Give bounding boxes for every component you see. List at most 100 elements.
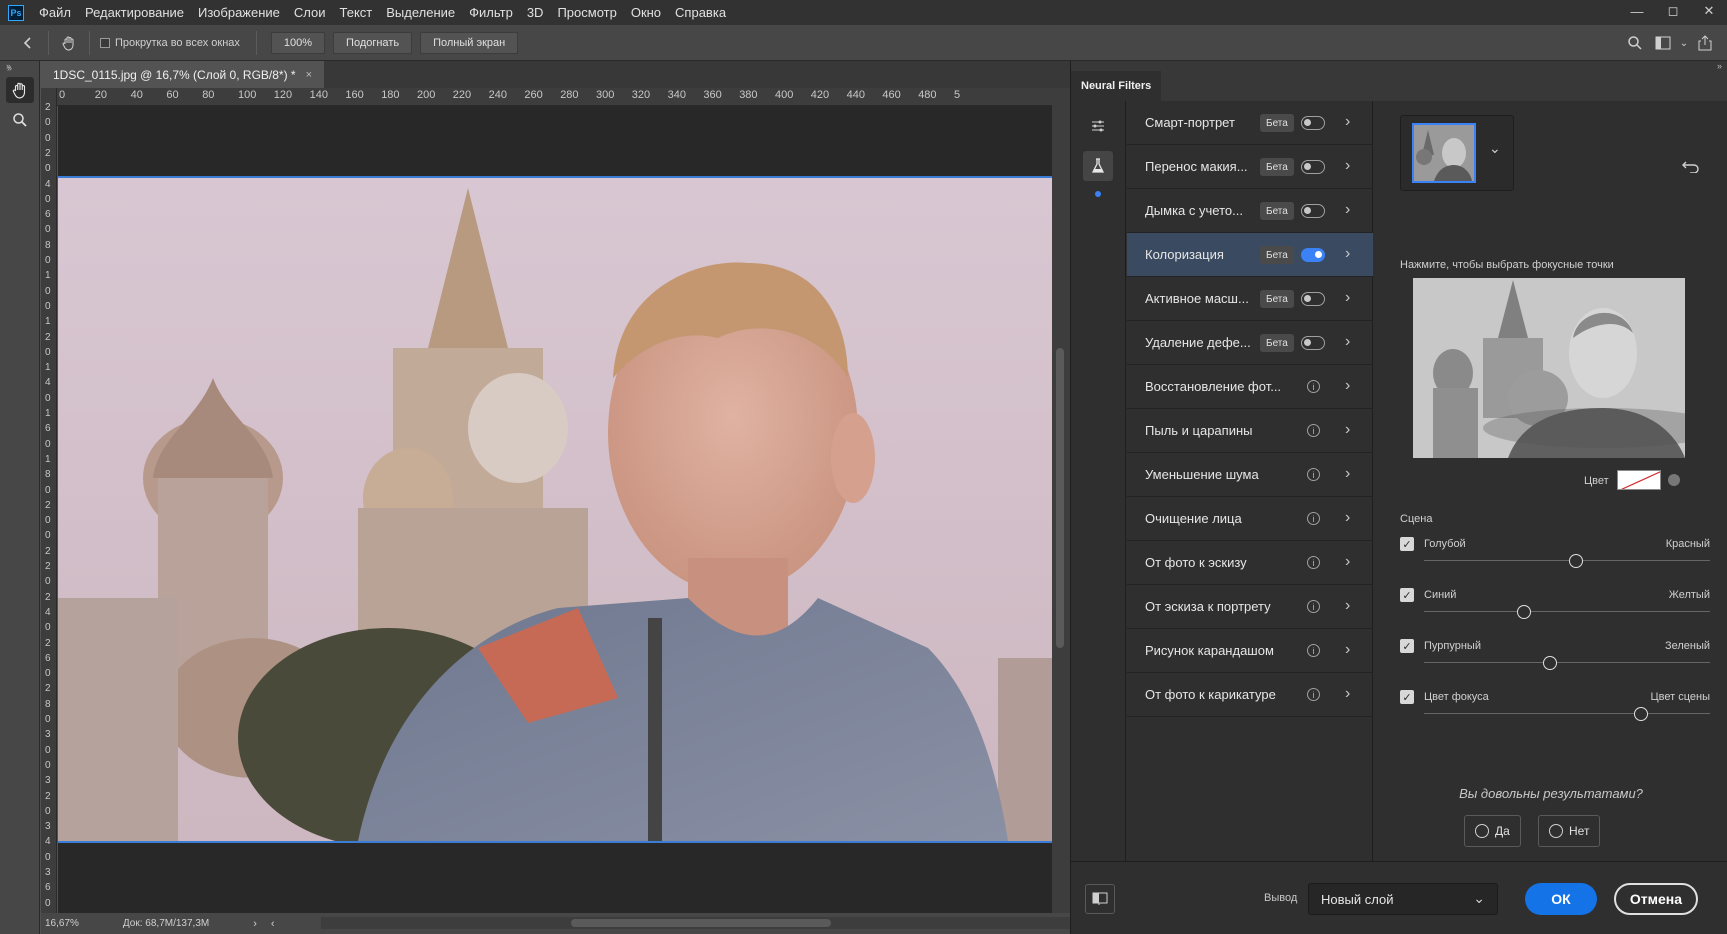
workspace-icon[interactable] [1649, 29, 1677, 57]
collapse-arrows-icon[interactable]: » [1717, 61, 1722, 71]
menu-3d[interactable]: 3D [520, 0, 551, 25]
filter-row[interactable]: Пыль и царапины i › [1127, 409, 1373, 453]
chevron-right-icon[interactable]: › [1345, 157, 1350, 175]
filter-toggle[interactable] [1301, 204, 1325, 218]
document-image[interactable] [58, 176, 1052, 843]
sliders-icon[interactable] [1083, 111, 1113, 141]
ok-button[interactable]: ОК [1525, 883, 1597, 915]
vertical-scrollbar[interactable] [1052, 88, 1070, 913]
filter-row[interactable]: Восстановление фот... i › [1127, 365, 1373, 409]
preview-toggle-icon[interactable] [1085, 884, 1115, 914]
chevron-right-icon[interactable]: › [1345, 421, 1350, 439]
flask-icon[interactable] [1083, 151, 1113, 181]
checkbox-box[interactable] [100, 37, 110, 48]
close-button[interactable]: ✕ [1691, 0, 1727, 22]
slider-track[interactable] [1424, 560, 1710, 561]
info-icon[interactable]: i [1307, 688, 1320, 701]
info-icon[interactable]: i [1307, 380, 1320, 393]
filter-row[interactable]: От фото к карикатуре i › [1127, 673, 1373, 717]
slider-track[interactable] [1424, 662, 1710, 663]
chevron-right-icon[interactable]: › [1345, 641, 1350, 659]
filter-row[interactable]: Активное масш... Бета › [1127, 277, 1373, 321]
cancel-button[interactable]: Отмена [1614, 883, 1698, 915]
filter-row[interactable]: Дымка с учето... Бета › [1127, 189, 1373, 233]
info-icon[interactable]: i [1307, 600, 1320, 613]
info-icon[interactable]: i [1307, 556, 1320, 569]
restore-button[interactable]: ◻ [1655, 0, 1691, 22]
scrollbar-thumb[interactable] [571, 919, 831, 927]
slider-checkbox[interactable]: ✓ [1400, 588, 1414, 602]
chevron-right-icon[interactable]: › [1345, 245, 1350, 263]
chevron-right-icon[interactable]: › [1345, 465, 1350, 483]
filter-toggle[interactable] [1301, 248, 1325, 262]
chevron-right-icon[interactable]: › [1345, 685, 1350, 703]
chevron-down-icon[interactable]: ⌄ [1677, 29, 1691, 57]
slider-thumb[interactable] [1517, 605, 1532, 619]
focus-image-selector[interactable]: ⌄ [1400, 115, 1514, 191]
filter-toggle[interactable] [1301, 292, 1325, 306]
share-icon[interactable] [1691, 29, 1719, 57]
remove-color-icon[interactable] [1668, 474, 1680, 486]
document-tab[interactable]: 1DSC_0115.jpg @ 16,7% (Слой 0, RGB/8*) *… [41, 61, 325, 88]
filter-row[interactable]: Перенос макия... Бета › [1127, 145, 1373, 189]
filter-row[interactable]: От фото к эскизу i › [1127, 541, 1373, 585]
filter-row[interactable]: Очищение лица i › [1127, 497, 1373, 541]
filter-row[interactable]: Смарт-портрет Бета › [1127, 101, 1373, 145]
menu-file[interactable]: Файл [32, 0, 78, 25]
focus-thumbnail[interactable] [1412, 123, 1476, 183]
chevron-right-icon[interactable]: › [1345, 333, 1350, 351]
filter-row[interactable]: Рисунок карандашом i › [1127, 629, 1373, 673]
hand-tool-icon[interactable] [6, 77, 34, 103]
info-icon[interactable]: i [1307, 644, 1320, 657]
chevron-right-icon[interactable]: › [1345, 289, 1350, 307]
chevron-right-icon[interactable]: › [253, 918, 257, 930]
chevron-right-icon[interactable]: › [1345, 553, 1350, 571]
minimize-button[interactable]: — [1619, 0, 1655, 22]
menu-layers[interactable]: Слои [287, 0, 333, 25]
info-icon[interactable]: i [1307, 424, 1320, 437]
slider-checkbox[interactable]: ✓ [1400, 537, 1414, 551]
slider-checkbox[interactable]: ✓ [1400, 639, 1414, 653]
scroll-all-windows-checkbox[interactable]: Прокрутка во всех окнах [100, 37, 240, 49]
focus-preview-image[interactable] [1413, 278, 1685, 458]
filter-row[interactable]: Колоризация Бета › [1127, 233, 1373, 277]
scrollbar-thumb[interactable] [1056, 348, 1064, 648]
filter-toggle[interactable] [1301, 160, 1325, 174]
filter-row[interactable]: Удаление дефе... Бета › [1127, 321, 1373, 365]
reset-icon[interactable] [1682, 159, 1700, 178]
feedback-no-button[interactable]: Нет [1538, 815, 1601, 847]
slider-checkbox[interactable]: ✓ [1400, 690, 1414, 704]
zoom-tool-icon[interactable] [6, 107, 34, 133]
slider-track[interactable] [1424, 713, 1710, 714]
zoom-100-button[interactable]: 100% [270, 31, 326, 54]
fit-screen-button[interactable]: Подогнать [333, 31, 413, 54]
menu-text[interactable]: Текст [333, 0, 380, 25]
slider-track[interactable] [1424, 611, 1710, 612]
filter-row[interactable]: От эскиза к портрету i › [1127, 585, 1373, 629]
menu-edit[interactable]: Редактирование [78, 0, 191, 25]
info-icon[interactable]: i [1307, 512, 1320, 525]
chevron-right-icon[interactable]: › [1345, 201, 1350, 219]
menu-view[interactable]: Просмотр [550, 0, 623, 25]
menu-image[interactable]: Изображение [191, 0, 287, 25]
menu-select[interactable]: Выделение [379, 0, 462, 25]
slider-thumb[interactable] [1542, 656, 1557, 670]
info-icon[interactable]: i [1307, 468, 1320, 481]
filter-toggle[interactable] [1301, 336, 1325, 350]
chevron-right-icon[interactable]: › [1345, 377, 1350, 395]
collapse-arrows-icon[interactable]: » [0, 61, 39, 73]
search-icon[interactable] [1621, 29, 1649, 57]
chevron-right-icon[interactable]: › [1345, 597, 1350, 615]
horizontal-scrollbar[interactable] [321, 917, 1081, 929]
slider-thumb[interactable] [1568, 554, 1583, 568]
neural-filters-tab[interactable]: Neural Filters [1071, 71, 1162, 101]
color-swatch[interactable] [1617, 470, 1661, 490]
feedback-yes-button[interactable]: Да [1464, 815, 1521, 847]
filter-row[interactable]: Уменьшение шума i › [1127, 453, 1373, 497]
chevron-down-icon[interactable]: ⌄ [1489, 140, 1501, 157]
chevron-right-icon[interactable]: › [1345, 509, 1350, 527]
close-icon[interactable]: × [306, 69, 312, 81]
output-select[interactable]: Новый слой ⌄ [1308, 883, 1498, 915]
filter-toggle[interactable] [1301, 116, 1325, 130]
fullscreen-button[interactable]: Полный экран [420, 31, 519, 54]
